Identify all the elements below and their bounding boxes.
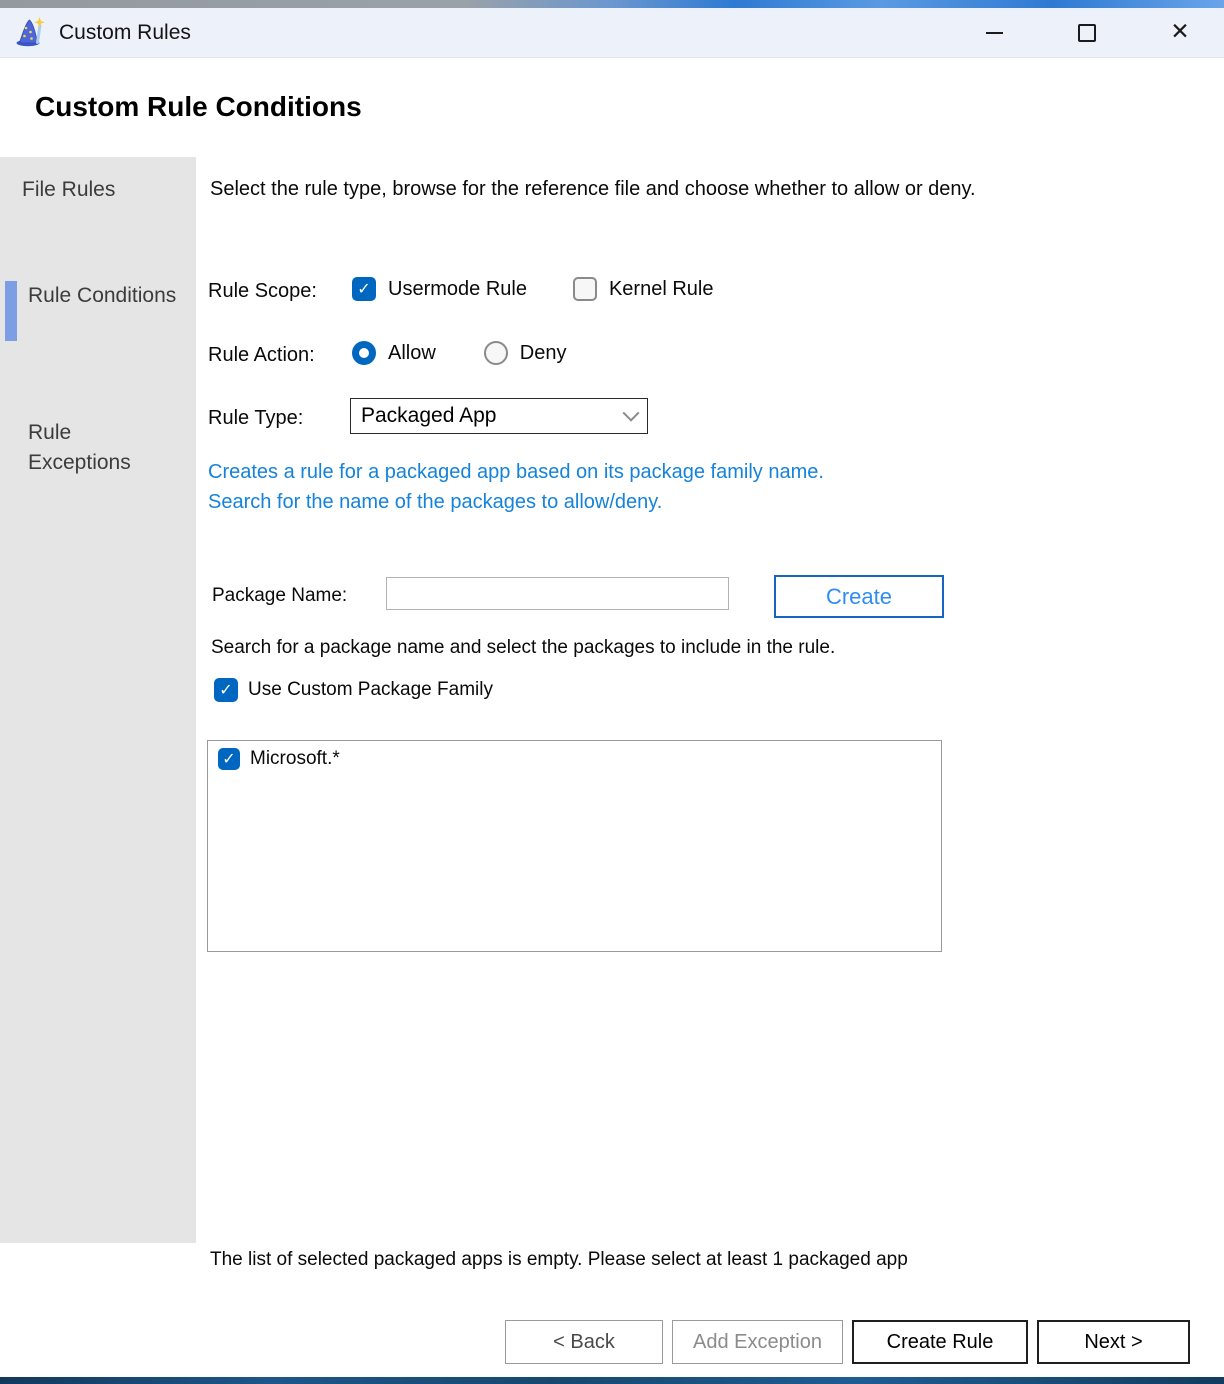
maximize-icon [1078,24,1096,42]
package-name-input[interactable] [386,577,729,610]
search-hint-text: Search for a package name and select the… [211,637,835,659]
allow-label[interactable]: Allow [388,342,436,365]
next-button[interactable]: Next > [1037,1320,1190,1364]
titlebar: Custom Rules ✕ [0,8,1224,58]
minimize-icon [986,32,1003,34]
back-button[interactable]: < Back [505,1320,663,1364]
rule-type-description: Creates a rule for a packaged app based … [208,457,824,517]
minimize-button[interactable] [963,8,1025,57]
window-title: Custom Rules [59,21,191,45]
sidebar-item-rule-exceptions[interactable]: Rule Exceptions [28,418,178,478]
custom-package-family-label[interactable]: Use Custom Package Family [248,679,493,701]
rule-type-description-line2: Search for the name of the packages to a… [208,487,824,517]
rule-type-description-line1: Creates a rule for a packaged app based … [208,457,824,487]
rule-scope-options: ✓ Usermode Rule Kernel Rule [352,277,713,301]
deny-label[interactable]: Deny [520,342,567,365]
rule-type-label: Rule Type: [208,407,303,430]
sidebar-item-file-rules[interactable]: File Rules [22,175,172,205]
usermode-rule-checkbox[interactable]: ✓ [352,277,376,301]
intro-text: Select the rule type, browse for the ref… [210,174,1070,205]
window-top-border [0,0,1224,8]
check-icon: ✓ [222,751,235,767]
wizard-hat-icon [13,16,47,50]
use-custom-package-family: ✓ Use Custom Package Family [214,678,493,702]
package-listbox[interactable]: ✓ Microsoft.* [207,740,942,952]
sidebar: File Rules Rule Conditions Rule Exceptio… [0,157,196,1243]
kernel-rule-label[interactable]: Kernel Rule [609,278,714,301]
package-name-label: Package Name: [212,585,347,607]
close-icon: ✕ [1170,21,1189,44]
add-exception-button[interactable]: Add Exception [672,1320,843,1364]
chevron-down-icon [623,405,640,422]
list-item[interactable]: ✓ Microsoft.* [208,741,941,770]
package-item-checkbox[interactable]: ✓ [218,748,240,770]
usermode-rule-label[interactable]: Usermode Rule [388,278,527,301]
package-item-label: Microsoft.* [250,748,340,770]
create-button[interactable]: Create [774,575,944,618]
rule-action-label: Rule Action: [208,344,315,367]
maximize-button[interactable] [1056,8,1118,57]
window-controls: ✕ [963,8,1211,57]
kernel-rule-checkbox[interactable] [573,277,597,301]
rule-type-select[interactable]: Packaged App [350,398,648,434]
check-icon: ✓ [219,682,232,698]
check-icon: ✓ [357,281,370,297]
deny-radio[interactable] [484,341,508,365]
page-title: Custom Rule Conditions [35,91,362,123]
rule-action-options: Allow Deny [352,341,567,365]
validation-message: The list of selected packaged apps is em… [210,1249,908,1271]
active-step-indicator [5,281,17,341]
rule-scope-label: Rule Scope: [208,280,317,303]
create-rule-button[interactable]: Create Rule [852,1320,1028,1364]
allow-radio[interactable] [352,341,376,365]
close-button[interactable]: ✕ [1149,8,1211,57]
rule-type-value: Packaged App [361,404,496,428]
window-bottom-border [0,1377,1224,1384]
custom-package-family-checkbox[interactable]: ✓ [214,678,238,702]
sidebar-item-rule-conditions[interactable]: Rule Conditions [28,281,178,311]
